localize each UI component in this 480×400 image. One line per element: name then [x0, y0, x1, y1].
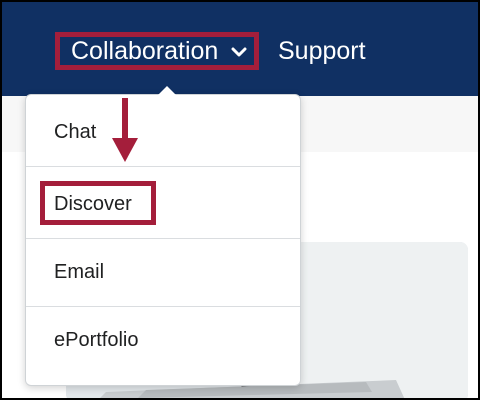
menu-item-eportfolio-label: ePortfolio	[54, 329, 139, 351]
dropdown-caret	[158, 86, 176, 95]
collaboration-dropdown-menu: Chat Discover Email ePortfolio	[25, 94, 301, 386]
menu-item-email[interactable]: Email	[26, 239, 300, 307]
menu-item-email-label: Email	[54, 261, 105, 283]
menu-item-discover-label: Discover	[54, 193, 132, 215]
nav-collaboration-label: Collaboration	[71, 37, 219, 65]
nav-collaboration-button[interactable]: Collaboration	[55, 32, 259, 70]
arrow-down-icon	[110, 98, 140, 169]
menu-item-eportfolio[interactable]: ePortfolio	[26, 307, 300, 375]
nav-support-link[interactable]: Support	[278, 32, 366, 70]
menu-item-discover[interactable]: Discover	[26, 171, 300, 239]
nav-support-label: Support	[278, 37, 366, 65]
top-navbar: Collaboration Support	[2, 2, 478, 96]
chevron-down-icon	[231, 36, 247, 64]
screenshot-frame: Collaboration Support Chat Discover Emai…	[0, 0, 480, 400]
menu-item-chat-label: Chat	[54, 121, 97, 143]
menu-item-chat[interactable]: Chat	[26, 99, 300, 167]
